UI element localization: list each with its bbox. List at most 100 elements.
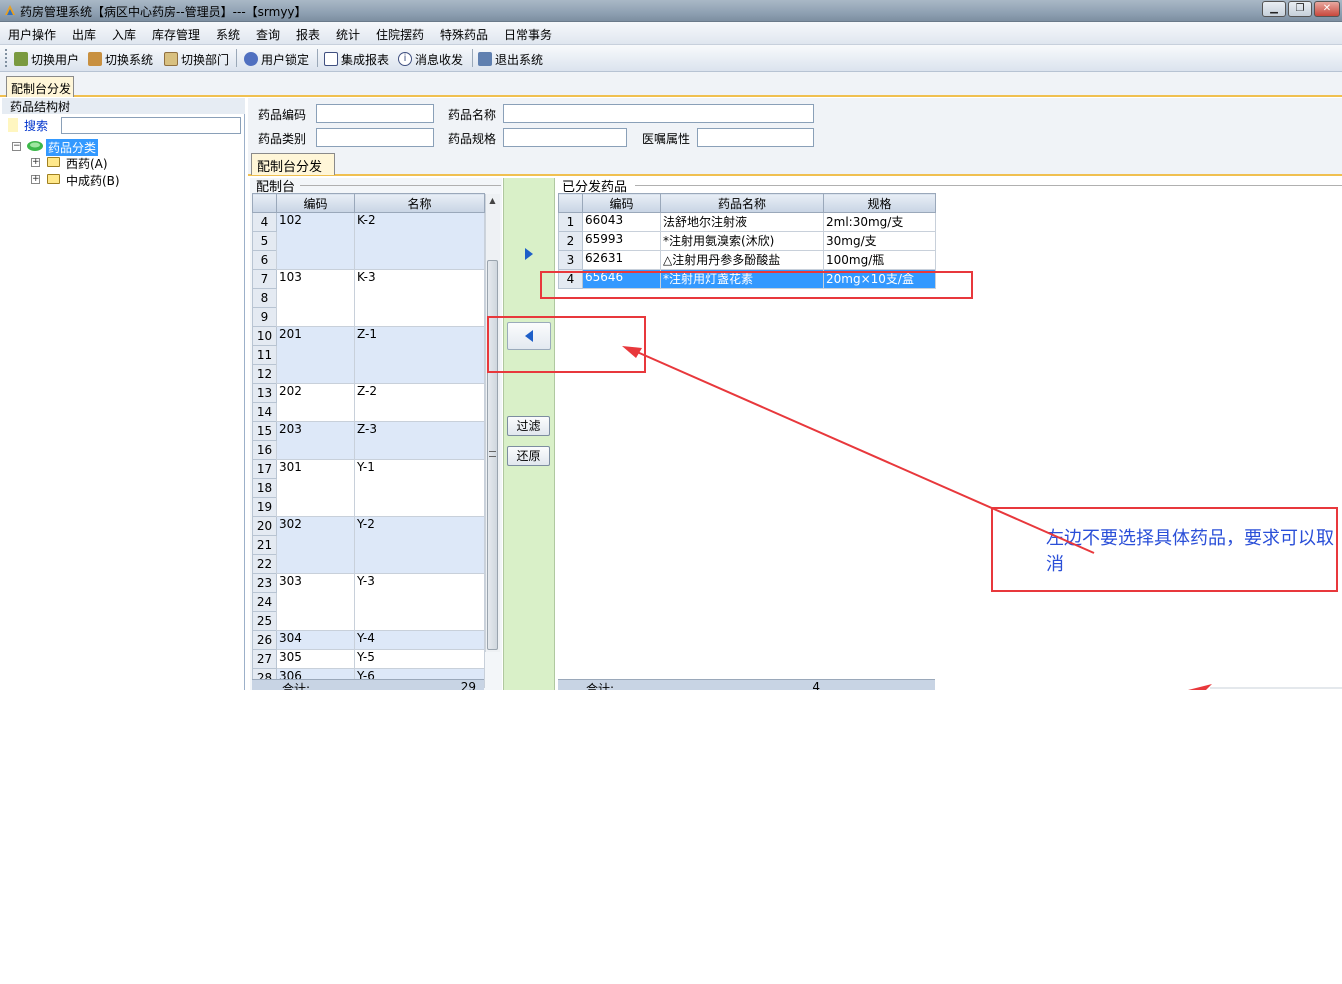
- switch-system-button[interactable]: 切换系统: [88, 50, 153, 68]
- row-number[interactable]: 13: [252, 383, 277, 403]
- menu-daily-affairs[interactable]: 日常事务: [504, 26, 552, 43]
- column-header-code[interactable]: 编码: [276, 193, 355, 213]
- row-number[interactable]: 6: [252, 250, 277, 270]
- row-number[interactable]: 16: [252, 440, 277, 460]
- filter-button[interactable]: 过滤: [507, 416, 550, 436]
- table-row[interactable]: 4 102 K-2: [252, 212, 485, 270]
- lock-user-button[interactable]: 用户锁定: [244, 50, 309, 68]
- menu-special-drugs[interactable]: 特殊药品: [440, 26, 488, 43]
- close-button[interactable]: ✕: [1314, 1, 1340, 17]
- menu-inventory[interactable]: 库存管理: [152, 26, 200, 43]
- cell-name[interactable]: Z-2: [354, 383, 485, 422]
- row-number[interactable]: 26: [252, 630, 277, 650]
- cell-code[interactable]: 305: [276, 649, 355, 669]
- cell-code[interactable]: 303: [276, 573, 355, 631]
- drug-category-input[interactable]: [316, 128, 434, 147]
- tree-search-input[interactable]: [61, 117, 241, 134]
- restore-button[interactable]: 还原: [507, 446, 550, 466]
- menu-query[interactable]: 查询: [256, 26, 280, 43]
- cell-name[interactable]: Y-1: [354, 459, 485, 517]
- switch-dept-button[interactable]: 切换部门: [164, 50, 229, 68]
- tree-node-drug-category[interactable]: 药品分类: [46, 139, 99, 156]
- tree-node-chinese-patent-medicine[interactable]: 中成药(B): [66, 172, 120, 189]
- row-number[interactable]: 12: [252, 364, 277, 384]
- messages-button[interactable]: i 消息收发: [398, 50, 463, 68]
- column-header-name[interactable]: 名称: [354, 193, 485, 213]
- menu-user-ops[interactable]: 用户操作: [8, 26, 56, 43]
- row-number[interactable]: 1: [558, 212, 583, 232]
- table-row[interactable]: 13 202 Z-2: [252, 383, 485, 422]
- tab-inner-dispensing[interactable]: 配制台分发: [251, 153, 335, 175]
- move-right-button[interactable]: [507, 240, 551, 268]
- menu-inbound[interactable]: 入库: [112, 26, 136, 43]
- row-number[interactable]: 18: [252, 478, 277, 498]
- row-number[interactable]: 5: [252, 231, 277, 251]
- row-number[interactable]: 23: [252, 573, 277, 593]
- row-number[interactable]: 25: [252, 611, 277, 631]
- cell-spec[interactable]: 2ml:30mg/支: [823, 212, 936, 232]
- tree-collapse-icon[interactable]: −: [12, 142, 21, 151]
- row-number[interactable]: 20: [252, 516, 277, 536]
- restore-button[interactable]: ❐: [1288, 1, 1312, 17]
- table-row[interactable]: 15 203 Z-3: [252, 421, 485, 460]
- cell-drug-name[interactable]: 法舒地尔注射液: [660, 212, 824, 232]
- row-number[interactable]: 10: [252, 326, 277, 346]
- row-number[interactable]: 8: [252, 288, 277, 308]
- table-row[interactable]: 26 304 Y-4: [252, 630, 485, 650]
- cell-name[interactable]: K-2: [354, 212, 485, 270]
- cell-code[interactable]: 201: [276, 326, 355, 384]
- cell-name[interactable]: Y-2: [354, 516, 485, 574]
- row-number[interactable]: 17: [252, 459, 277, 479]
- tree-node-western-medicine[interactable]: 西药(A): [66, 155, 108, 172]
- menu-statistics[interactable]: 统计: [336, 26, 360, 43]
- table-row[interactable]: 3 62631 △注射用丹参多酚酸盐 100mg/瓶: [558, 250, 936, 270]
- cell-code[interactable]: 65993: [582, 231, 661, 251]
- cell-drug-name[interactable]: *注射用氨溴索(沐欣): [660, 231, 824, 251]
- cell-drug-name[interactable]: △注射用丹参多酚酸盐: [660, 250, 824, 270]
- drug-code-input[interactable]: [316, 104, 434, 123]
- switch-user-button[interactable]: 切换用户: [14, 50, 79, 68]
- column-header-code[interactable]: 编码: [582, 193, 661, 213]
- column-header-spec[interactable]: 规格: [823, 193, 936, 213]
- cell-code[interactable]: 301: [276, 459, 355, 517]
- menu-outbound[interactable]: 出库: [72, 26, 96, 43]
- menu-inpatient-dispense[interactable]: 住院摆药: [376, 26, 424, 43]
- row-number[interactable]: 11: [252, 345, 277, 365]
- exit-button[interactable]: 退出系统: [478, 50, 543, 68]
- row-number[interactable]: 15: [252, 421, 277, 441]
- drug-name-input[interactable]: [503, 104, 814, 123]
- table-row[interactable]: 7 103 K-3: [252, 269, 485, 327]
- row-number[interactable]: 19: [252, 497, 277, 517]
- table-row[interactable]: 2 65993 *注射用氨溴索(沐欣) 30mg/支: [558, 231, 936, 251]
- cell-spec[interactable]: 30mg/支: [823, 231, 936, 251]
- drug-spec-input[interactable]: [503, 128, 627, 147]
- row-number[interactable]: 14: [252, 402, 277, 422]
- row-number[interactable]: 22: [252, 554, 277, 574]
- order-attr-input[interactable]: [697, 128, 814, 147]
- cell-name[interactable]: Y-5: [354, 649, 485, 669]
- table-row[interactable]: 10 201 Z-1: [252, 326, 485, 384]
- row-number[interactable]: 27: [252, 649, 277, 669]
- cell-code[interactable]: 202: [276, 383, 355, 422]
- column-header-drug-name[interactable]: 药品名称: [660, 193, 824, 213]
- cell-name[interactable]: Y-4: [354, 630, 485, 650]
- cell-code[interactable]: 304: [276, 630, 355, 650]
- cell-name[interactable]: Z-3: [354, 421, 485, 460]
- cell-code[interactable]: 102: [276, 212, 355, 270]
- table-row[interactable]: 17 301 Y-1: [252, 459, 485, 517]
- minimize-button[interactable]: ▁: [1262, 1, 1286, 17]
- row-number[interactable]: 2: [558, 231, 583, 251]
- row-number[interactable]: 4: [252, 212, 277, 232]
- cell-code[interactable]: 62631: [582, 250, 661, 270]
- scroll-up-icon[interactable]: ▲: [486, 196, 499, 208]
- cell-code[interactable]: 203: [276, 421, 355, 460]
- cell-name[interactable]: Y-3: [354, 573, 485, 631]
- cell-name[interactable]: K-3: [354, 269, 485, 327]
- row-number[interactable]: 24: [252, 592, 277, 612]
- integrated-report-button[interactable]: 集成报表: [324, 50, 389, 68]
- tree-expand-icon[interactable]: +: [31, 175, 40, 184]
- table-row[interactable]: 20 302 Y-2: [252, 516, 485, 574]
- tree-expand-icon[interactable]: +: [31, 158, 40, 167]
- menu-report[interactable]: 报表: [296, 26, 320, 43]
- table-row[interactable]: 27 305 Y-5: [252, 649, 485, 669]
